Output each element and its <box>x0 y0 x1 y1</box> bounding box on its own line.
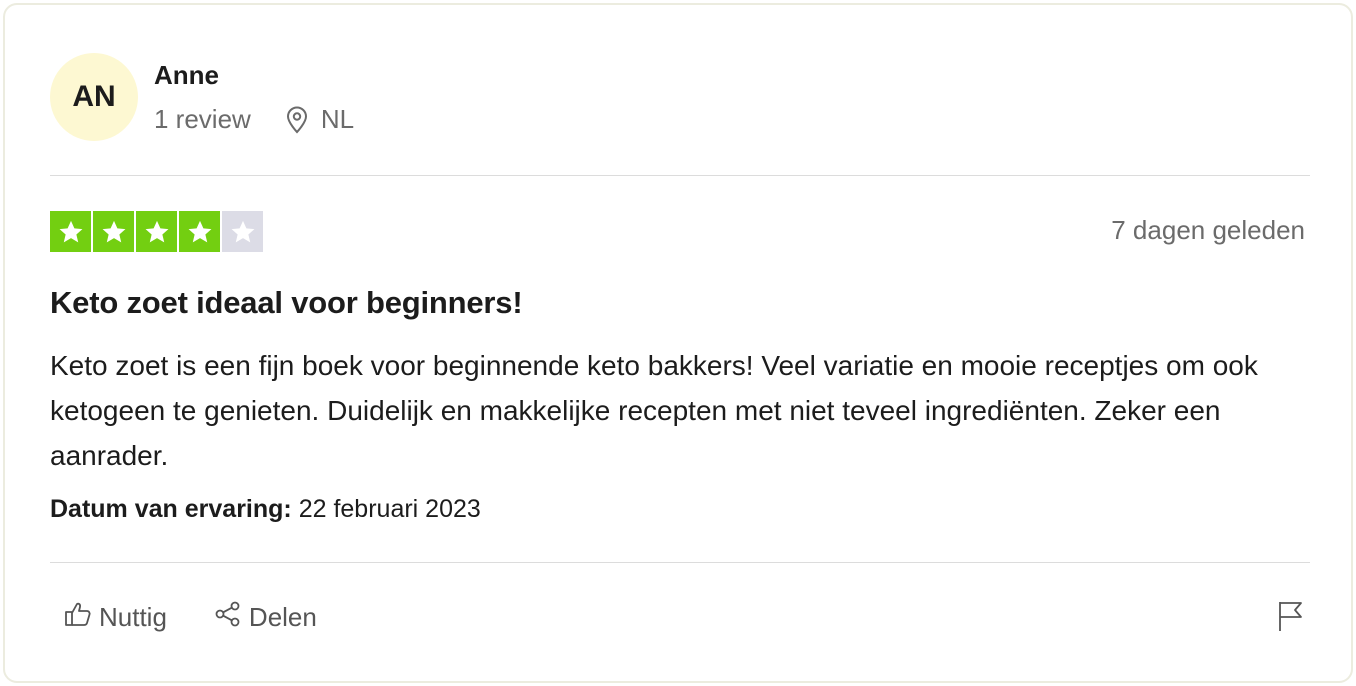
reviewer-meta: 1 review NL <box>154 104 354 135</box>
star-icon <box>102 220 125 242</box>
star-filled <box>93 211 134 252</box>
review-body: Keto zoet is een fijn boek voor beginnen… <box>50 350 1258 471</box>
star-filled <box>50 211 91 252</box>
useful-label: Nuttig <box>99 602 167 632</box>
flag-icon <box>1275 602 1305 637</box>
avatar-initials: AN <box>72 80 116 113</box>
star-icon <box>145 220 168 242</box>
review-date: 7 dagen geleden <box>1111 215 1305 245</box>
star-rating <box>50 211 263 252</box>
star-empty <box>222 211 263 252</box>
star-icon <box>59 220 82 242</box>
review-card: AN Anne 1 review NL 7 dagen geleden Keto… <box>3 3 1353 683</box>
review-actions: Nuttig Delen <box>63 599 317 636</box>
star-icon <box>231 220 254 242</box>
report-button[interactable] <box>1275 599 1305 638</box>
share-button[interactable]: Delen <box>213 599 317 636</box>
useful-button[interactable]: Nuttig <box>63 599 167 636</box>
thumbs-up-icon <box>63 599 93 636</box>
divider <box>50 175 1310 176</box>
experience-date-label: Datum van ervaring: <box>50 495 292 523</box>
share-icon <box>213 599 243 636</box>
experience-date: Datum van ervaring: 22 februari 2023 <box>50 495 481 524</box>
avatar[interactable]: AN <box>50 53 138 141</box>
review-count: 1 review <box>154 104 251 134</box>
reviewer-name[interactable]: Anne <box>154 60 219 91</box>
star-filled <box>179 211 220 252</box>
star-icon <box>188 220 211 242</box>
star-filled <box>136 211 177 252</box>
experience-date-value: 22 februari 2023 <box>298 495 481 523</box>
reviewer-country: NL <box>320 104 355 134</box>
location-pin-icon <box>285 106 309 134</box>
divider <box>50 562 1310 563</box>
review-title[interactable]: Keto zoet ideaal voor beginners! <box>50 285 523 321</box>
share-label: Delen <box>248 602 317 632</box>
